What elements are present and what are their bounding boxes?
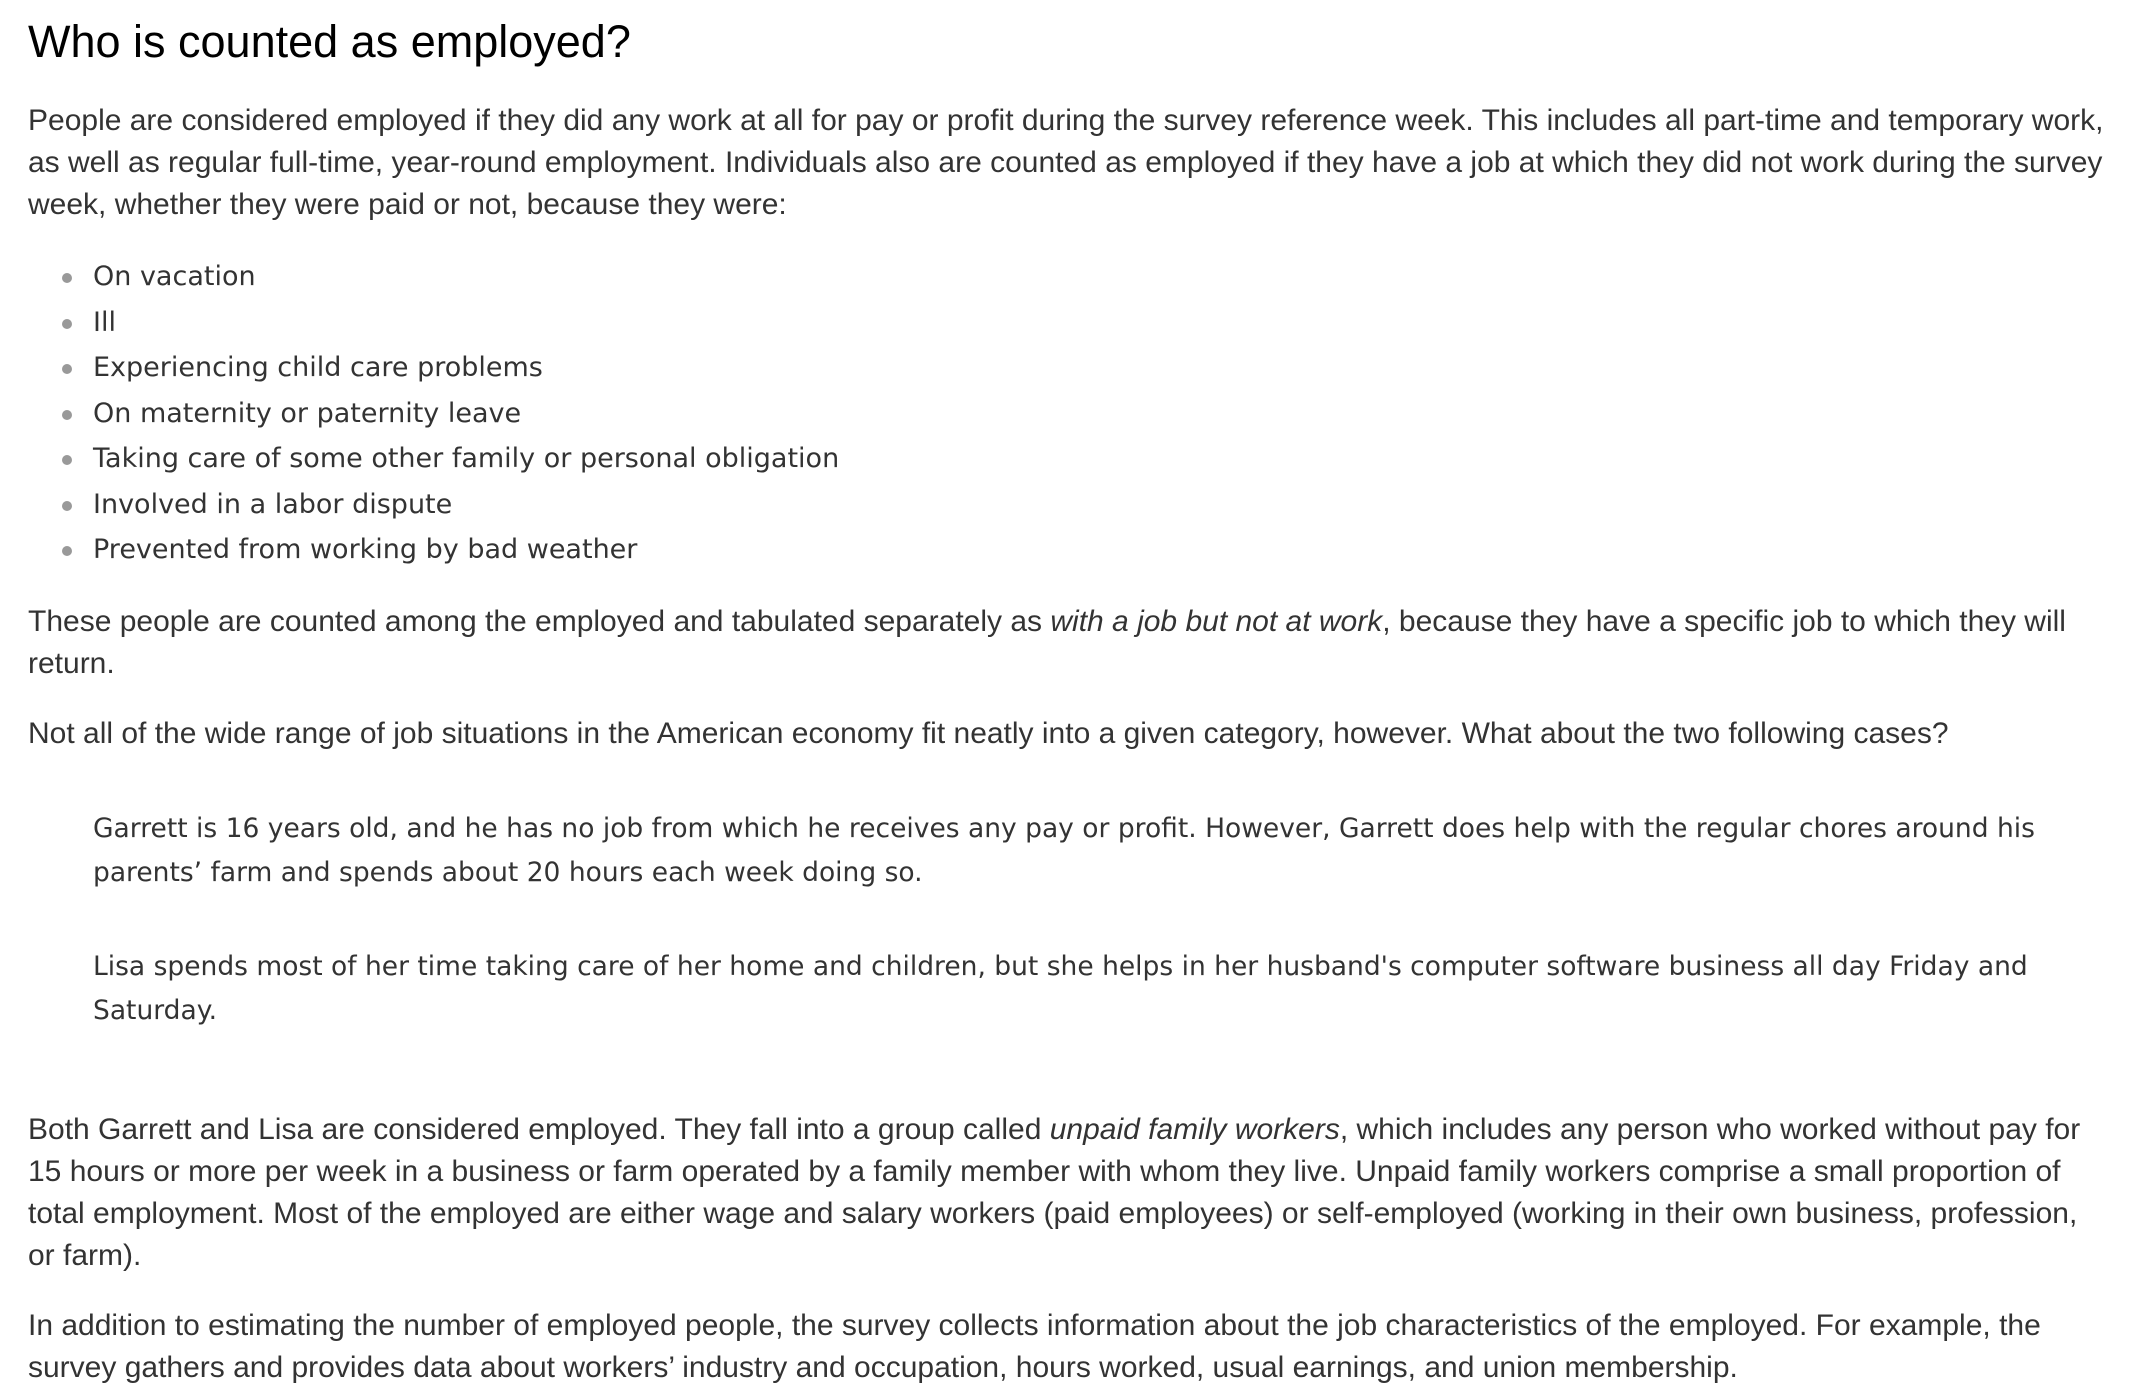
not-all-paragraph: Not all of the wide range of job situati…	[28, 716, 1949, 750]
bullet-icon	[62, 455, 72, 465]
additional-info-paragraph: In addition to estimating the number of …	[28, 1308, 2041, 1384]
list-item: Prevented from working by bad weather	[28, 527, 2108, 573]
unpaid-family-workers-paragraph: Both Garrett and Lisa are considered emp…	[28, 1109, 2108, 1277]
bullet-icon	[62, 409, 72, 420]
bullet-icon	[62, 500, 72, 511]
list-item-label: On vacation	[93, 261, 256, 292]
list-item-label: On maternity or paternity leave	[93, 397, 522, 429]
list-item-label: Experiencing child care problems	[93, 352, 543, 383]
list-item: Experiencing child care problems	[28, 345, 2108, 391]
list-item-label: Taking care of some other family or pers…	[93, 443, 840, 474]
list-item: On vacation	[28, 254, 2108, 300]
list-item: Ill	[28, 300, 2108, 346]
both-emphasis: unpaid family workers	[1049, 1112, 1340, 1146]
list-item: Taking care of some other family or pers…	[28, 436, 2108, 482]
article: Who is counted as employed? People are c…	[28, 0, 2108, 1389]
bullet-icon	[62, 364, 72, 374]
case-examples: Garrett is 16 years old, and he has no j…	[28, 807, 2108, 1033]
bullet-icon	[62, 273, 72, 283]
bullet-icon	[62, 318, 72, 329]
tabulated-emphasis: with a job but not at work	[1050, 604, 1383, 638]
reasons-list: On vacation Ill Experiencing child care …	[28, 254, 2108, 573]
tabulated-text-before: These people are counted among the emplo…	[28, 604, 1051, 638]
list-item-label: Ill	[93, 306, 116, 338]
page-title: Who is counted as employed?	[28, 16, 631, 67]
list-item-label: Involved in a labor dispute	[93, 488, 453, 520]
both-text-before: Both Garrett and Lisa are considered emp…	[28, 1112, 1050, 1146]
bullet-icon	[62, 546, 72, 556]
list-item-label: Prevented from working by bad weather	[93, 534, 638, 565]
case-garrett: Garrett is 16 years old, and he has no j…	[93, 812, 2035, 888]
list-item: Involved in a labor dispute	[28, 482, 2108, 528]
case-lisa: Lisa spends most of her time taking care…	[93, 950, 2028, 1026]
list-item: On maternity or paternity leave	[28, 391, 2108, 437]
tabulated-paragraph: These people are counted among the emplo…	[28, 601, 2108, 685]
intro-paragraph: People are considered employed if they d…	[28, 104, 2104, 221]
